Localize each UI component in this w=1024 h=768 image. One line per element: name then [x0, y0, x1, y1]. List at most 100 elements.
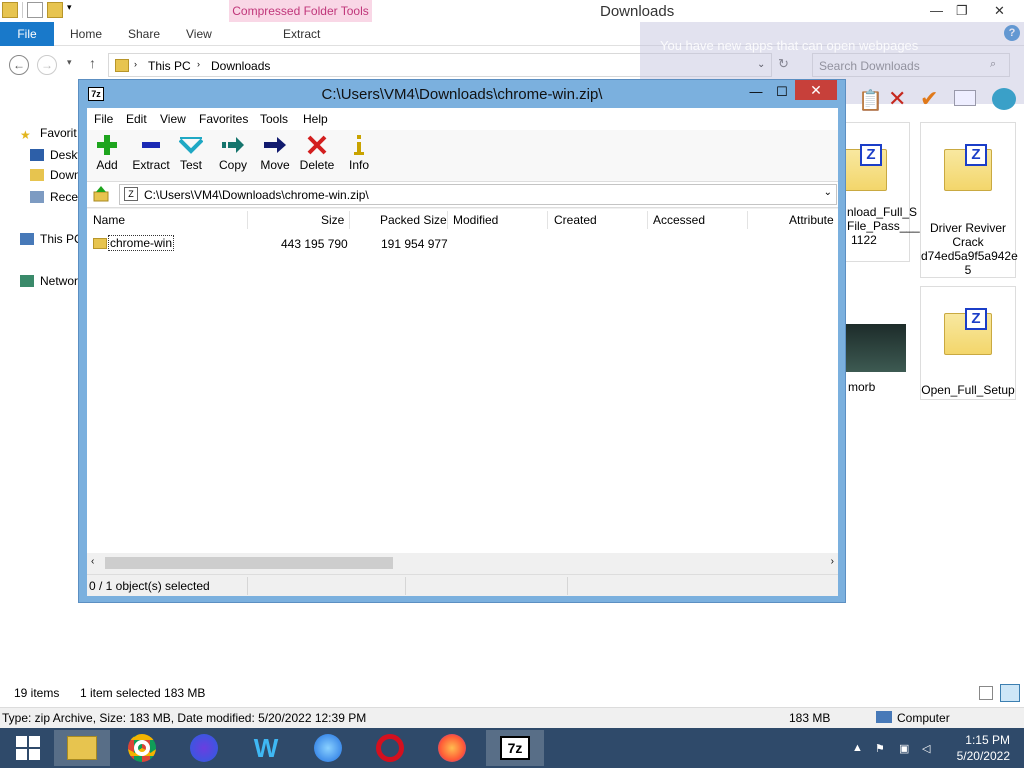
taskbar: W 7z ▲ ⚑ ▣ ◁ 1:15 PM 5/20/2022	[0, 728, 1024, 768]
taskbar-file-explorer[interactable]	[54, 730, 110, 766]
network-icon[interactable]: ▣	[899, 742, 913, 756]
taskbar-firefox-nightly[interactable]	[176, 730, 232, 766]
column-accessed[interactable]: Accessed	[653, 209, 705, 231]
taskbar-waterfox[interactable]: W	[238, 730, 294, 766]
action-center-flag-icon[interactable]: ⚑	[875, 742, 889, 756]
menu-help[interactable]: Help	[303, 112, 328, 126]
tab-share[interactable]: Share	[128, 27, 160, 41]
nav-this-pc[interactable]: This PC	[20, 232, 83, 246]
tab-extract[interactable]: Extract	[283, 27, 320, 41]
column-divider[interactable]	[747, 211, 748, 229]
maximize-button[interactable]: ❐	[956, 3, 968, 19]
nav-network[interactable]: Networ	[20, 274, 78, 288]
breadcrumb-this-pc[interactable]: This PC	[148, 59, 191, 73]
chevron-down-icon[interactable]: ⌄	[824, 187, 832, 198]
column-modified[interactable]: Modified	[453, 209, 498, 231]
location: Computer	[897, 711, 950, 725]
copy-button[interactable]: Copy	[213, 134, 253, 172]
nav-recent[interactable]: Recer	[30, 190, 82, 204]
taskbar-opera[interactable]	[362, 730, 418, 766]
minimize-button[interactable]: —	[743, 84, 769, 102]
menu-view[interactable]: View	[160, 112, 186, 126]
taskbar-firefox-developer[interactable]	[300, 730, 356, 766]
tab-view[interactable]: View	[186, 27, 212, 41]
add-button[interactable]: Add	[87, 134, 127, 172]
file-name-line: d74ed5a9f5a942e	[921, 249, 1018, 263]
firefox-icon	[438, 734, 466, 762]
taskbar-7zip[interactable]: 7z	[486, 730, 544, 766]
volume-muted-icon[interactable]: ◁	[922, 742, 936, 756]
add-label: Add	[96, 158, 118, 172]
delete-icon[interactable]: ✕	[888, 86, 906, 112]
file-tile-zip[interactable]: Z nload_Full_S File_Pass___ 1122	[839, 122, 920, 262]
tab-file[interactable]: File	[0, 22, 54, 46]
column-divider[interactable]	[349, 211, 350, 229]
column-divider[interactable]	[547, 211, 548, 229]
menu-edit[interactable]: Edit	[126, 112, 147, 126]
checkmark-icon[interactable]: ✔	[920, 86, 938, 112]
clock-time: 1:15 PM	[965, 733, 1010, 747]
archive-icon: Z	[124, 187, 138, 201]
column-created[interactable]: Created	[554, 209, 597, 231]
nav-favorites[interactable]: ★ Favorit	[20, 126, 77, 142]
close-button[interactable]: ✕	[994, 3, 1005, 19]
file-tile-video[interactable]: morb	[844, 324, 910, 400]
table-row[interactable]: chrome-win 443 195 790 191 954 977	[87, 235, 838, 253]
minimize-button[interactable]: —	[930, 3, 943, 18]
folder-up-icon[interactable]	[93, 186, 109, 202]
extract-button[interactable]: Extract	[129, 134, 173, 172]
clipboard-icon[interactable]: 📋	[858, 88, 883, 113]
nav-label: This PC	[40, 232, 83, 246]
taskbar-chrome[interactable]	[114, 730, 170, 766]
clock[interactable]: 1:15 PM 5/20/2022	[957, 732, 1010, 764]
column-packed-size[interactable]: Packed Size	[380, 209, 447, 231]
close-button[interactable]: ✕	[795, 80, 837, 100]
test-button[interactable]: Test	[171, 134, 211, 172]
column-divider[interactable]	[247, 211, 248, 229]
breadcrumb-downloads[interactable]: Downloads	[211, 59, 270, 73]
column-divider[interactable]	[447, 211, 448, 229]
sevenzip-status-bar: 0 / 1 object(s) selected	[87, 574, 838, 596]
nav-downloads[interactable]: Down	[30, 168, 81, 182]
menu-file[interactable]: File	[94, 112, 113, 126]
taskbar-firefox[interactable]	[424, 730, 480, 766]
chevron-down-icon[interactable]: ▾	[67, 2, 77, 18]
recent-locations-icon[interactable]: ▾	[67, 57, 72, 68]
path-input[interactable]: Z C:\Users\VM4\Downloads\chrome-win.zip\…	[119, 184, 837, 205]
delete-button[interactable]: Delete	[297, 134, 337, 172]
back-button[interactable]: ←	[9, 55, 29, 75]
forward-button[interactable]: →	[37, 55, 57, 75]
start-button[interactable]	[0, 730, 56, 766]
scroll-right-icon[interactable]: ›	[831, 556, 834, 567]
up-arrow-icon[interactable]: ↑	[89, 55, 96, 71]
tab-home[interactable]: Home	[70, 27, 102, 41]
info-button[interactable]: Info	[339, 134, 379, 172]
maximize-button[interactable]: ☐	[769, 84, 795, 102]
sevenzip-title-bar[interactable]: 7z C:\Users\VM4\Downloads\chrome-win.zip…	[79, 80, 845, 108]
column-attributes[interactable]: Attribute	[789, 209, 834, 231]
globe-icon[interactable]	[992, 88, 1016, 110]
firefox-dev-icon	[314, 734, 342, 762]
scroll-left-icon[interactable]: ‹	[91, 556, 94, 567]
zip-folder-icon: Z	[839, 144, 887, 191]
folder-icon[interactable]	[2, 2, 18, 18]
window-title: Downloads	[600, 3, 675, 20]
scroll-thumb[interactable]	[105, 557, 393, 569]
menu-tools[interactable]: Tools	[260, 112, 288, 126]
file-tile-driver-reviver[interactable]: Z Driver Reviver Crack d74ed5a9f5a942e 5	[920, 122, 1018, 278]
column-divider[interactable]	[647, 211, 648, 229]
quick-access-toolbar: ▾	[2, 2, 77, 18]
envelope-icon[interactable]	[954, 90, 976, 106]
column-size[interactable]: Size	[321, 209, 344, 231]
new-folder-icon[interactable]	[47, 2, 63, 18]
large-icons-view-icon[interactable]	[1000, 684, 1020, 702]
column-name[interactable]: Name	[93, 209, 125, 231]
horizontal-scrollbar[interactable]: ‹ ›	[87, 553, 838, 573]
file-tile-open-full-setup[interactable]: Z Open_Full_Setup	[920, 286, 1016, 400]
move-button[interactable]: Move	[255, 134, 295, 172]
menu-favorites[interactable]: Favorites	[199, 112, 248, 126]
nav-desktop[interactable]: Deskt	[30, 148, 81, 162]
show-hidden-icons-icon[interactable]: ▲	[852, 742, 866, 756]
properties-icon[interactable]	[27, 2, 43, 18]
details-view-icon[interactable]	[979, 686, 993, 700]
